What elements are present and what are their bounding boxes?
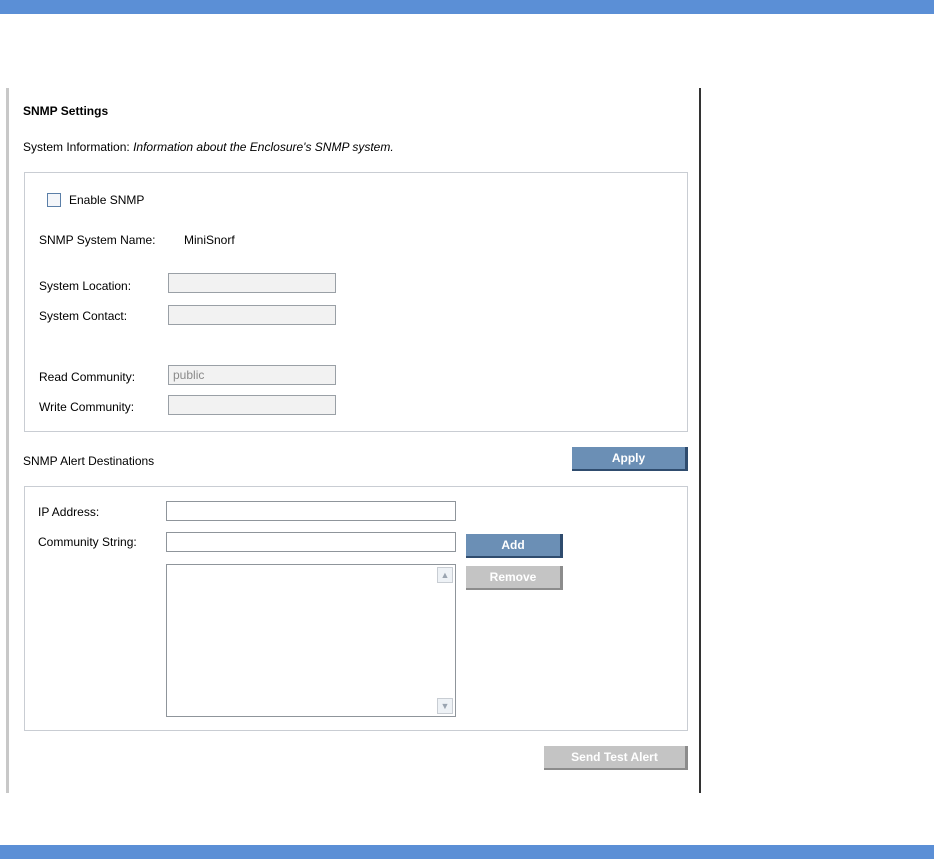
system-location-label: System Location: <box>39 279 132 293</box>
write-community-input[interactable] <box>168 395 336 415</box>
system-information-description: Information about the Enclosure's SNMP s… <box>133 140 394 154</box>
write-community-label: Write Community: <box>39 400 135 414</box>
system-info-box: Enable SNMP SNMP System Name: MiniSnorf … <box>24 172 688 432</box>
community-string-label: Community String: <box>38 535 137 549</box>
scroll-down-icon[interactable]: ▼ <box>437 698 453 714</box>
send-test-alert-button[interactable]: Send Test Alert <box>544 746 688 770</box>
alert-destinations-title: SNMP Alert Destinations <box>23 454 155 468</box>
system-information-label: System Information: <box>23 140 130 154</box>
enable-snmp-label: Enable SNMP <box>69 193 145 207</box>
enable-snmp-row[interactable]: Enable SNMP <box>47 193 144 207</box>
system-contact-input[interactable] <box>168 305 336 325</box>
alert-destinations-box: IP Address: Community String: Add Remove… <box>24 486 688 731</box>
read-community-input[interactable] <box>168 365 336 385</box>
bottom-banner <box>0 845 934 859</box>
scroll-up-icon[interactable]: ▲ <box>437 567 453 583</box>
community-string-input[interactable] <box>166 532 456 552</box>
remove-button[interactable]: Remove <box>466 566 563 590</box>
panel-title: SNMP Settings <box>23 104 109 118</box>
read-community-label: Read Community: <box>39 370 136 384</box>
system-name-label: SNMP System Name: <box>39 233 156 247</box>
alert-destinations-list[interactable]: ▲ ▼ <box>166 564 456 717</box>
system-contact-label: System Contact: <box>39 309 128 323</box>
system-information-line: System Information: Information about th… <box>23 140 394 154</box>
ip-address-label: IP Address: <box>38 505 100 519</box>
snmp-settings-panel: SNMP Settings System Information: Inform… <box>6 88 701 793</box>
apply-button[interactable]: Apply <box>572 447 688 471</box>
system-name-value: MiniSnorf <box>184 233 235 247</box>
top-banner <box>0 0 934 14</box>
enable-snmp-checkbox[interactable] <box>47 193 61 207</box>
ip-address-input[interactable] <box>166 501 456 521</box>
add-button[interactable]: Add <box>466 534 563 558</box>
system-location-input[interactable] <box>168 273 336 293</box>
